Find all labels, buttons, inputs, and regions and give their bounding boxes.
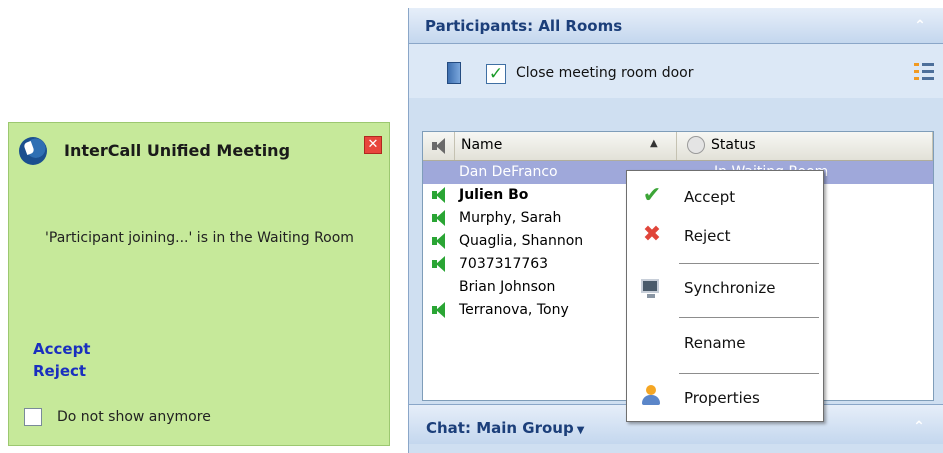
close-door-checkbox[interactable]: ✓ — [486, 64, 506, 84]
user-properties-icon — [642, 385, 660, 409]
close-door-label: Close meeting room door — [516, 65, 694, 81]
participants-toolbar: ✓ Close meeting room door — [409, 44, 943, 98]
menu-properties-label: Properties — [684, 389, 760, 407]
participant-name: Terranova, Tony — [459, 302, 569, 318]
close-notification-button[interactable]: ✕ — [364, 136, 382, 154]
column-name[interactable]: Name ▲ — [455, 132, 677, 160]
collapse-participants-icon[interactable]: ⌃ — [910, 16, 930, 36]
menu-divider — [679, 317, 819, 318]
intercall-logo-icon — [19, 137, 47, 165]
layout-options-icon[interactable] — [914, 62, 934, 84]
door-icon — [447, 62, 461, 84]
monitor-icon — [641, 279, 659, 298]
participant-context-menu: ✔ Accept ✖ Reject Synchronize Rename Pro… — [626, 170, 824, 422]
menu-item-reject[interactable]: ✖ Reject — [627, 219, 823, 253]
do-not-show-label: Do not show anymore — [57, 409, 211, 425]
participant-name: Quaglia, Shannon — [459, 233, 584, 249]
menu-divider — [679, 263, 819, 264]
reject-x-icon: ✖ — [642, 222, 662, 247]
menu-divider — [679, 373, 819, 374]
speaker-icon — [432, 233, 446, 249]
menu-item-properties[interactable]: Properties — [627, 381, 823, 415]
column-status-label: Status — [711, 137, 756, 153]
participants-title: Participants: All Rooms — [425, 17, 623, 35]
notification-reject-link[interactable]: Reject — [33, 362, 86, 380]
notification-accept-link[interactable]: Accept — [33, 340, 90, 358]
participant-name: Murphy, Sarah — [459, 210, 562, 226]
speaker-icon — [432, 187, 446, 203]
speaker-icon — [432, 302, 446, 318]
participant-name: Dan DeFranco — [459, 164, 558, 180]
table-header: Name ▲ Status — [423, 132, 933, 161]
column-status[interactable]: Status — [677, 132, 933, 160]
speaker-header-icon — [432, 138, 446, 154]
notification-title: InterCall Unified Meeting — [64, 141, 291, 160]
column-name-label: Name — [461, 137, 503, 153]
menu-synchronize-label: Synchronize — [684, 279, 776, 297]
column-audio[interactable] — [423, 132, 455, 160]
chevron-down-icon: ▼ — [576, 425, 585, 436]
waiting-room-notification: InterCall Unified Meeting ✕ 'Participant… — [8, 122, 390, 446]
participants-header: Participants: All Rooms ⌃ — [409, 8, 943, 44]
menu-item-synchronize[interactable]: Synchronize — [627, 271, 823, 305]
participant-name: 7037317763 — [459, 256, 549, 272]
menu-item-accept[interactable]: ✔ Accept — [627, 180, 823, 214]
notification-message: 'Participant joining...' is in the Waiti… — [45, 230, 354, 246]
menu-item-rename[interactable]: Rename — [627, 326, 823, 360]
participant-name: Julien Bo — [459, 187, 529, 203]
status-smiley-icon — [687, 136, 705, 154]
chat-group-dropdown[interactable]: Chat: Main Group ▼ — [426, 419, 584, 437]
menu-rename-label: Rename — [684, 334, 746, 352]
do-not-show-checkbox[interactable] — [24, 408, 42, 426]
speaker-icon — [432, 210, 446, 226]
menu-accept-label: Accept — [684, 188, 736, 206]
speaker-icon — [432, 256, 446, 272]
menu-reject-label: Reject — [684, 227, 731, 245]
participant-name: Brian Johnson — [459, 279, 556, 295]
sort-ascending-icon: ▲ — [650, 138, 658, 149]
checkmark-icon: ✔ — [642, 183, 662, 208]
chat-title-label: Chat: Main Group — [426, 419, 574, 437]
collapse-chat-icon[interactable]: ⌃ — [909, 417, 929, 437]
